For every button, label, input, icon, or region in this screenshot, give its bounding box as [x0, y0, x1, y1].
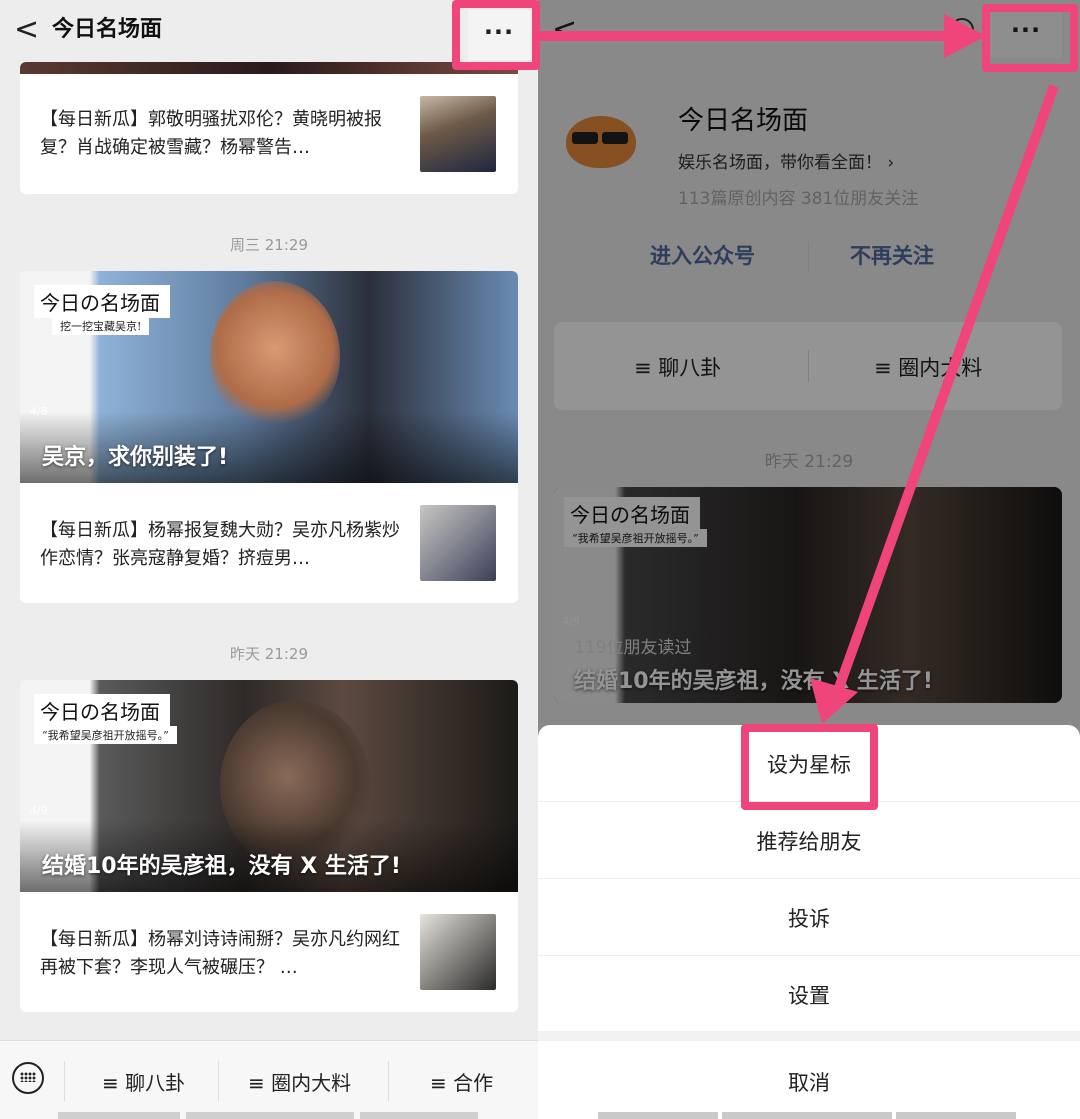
arrow-head [810, 678, 858, 724]
arrow-line [831, 84, 1059, 698]
annotation-arrows [540, 14, 1059, 724]
arrow-head [944, 14, 986, 58]
